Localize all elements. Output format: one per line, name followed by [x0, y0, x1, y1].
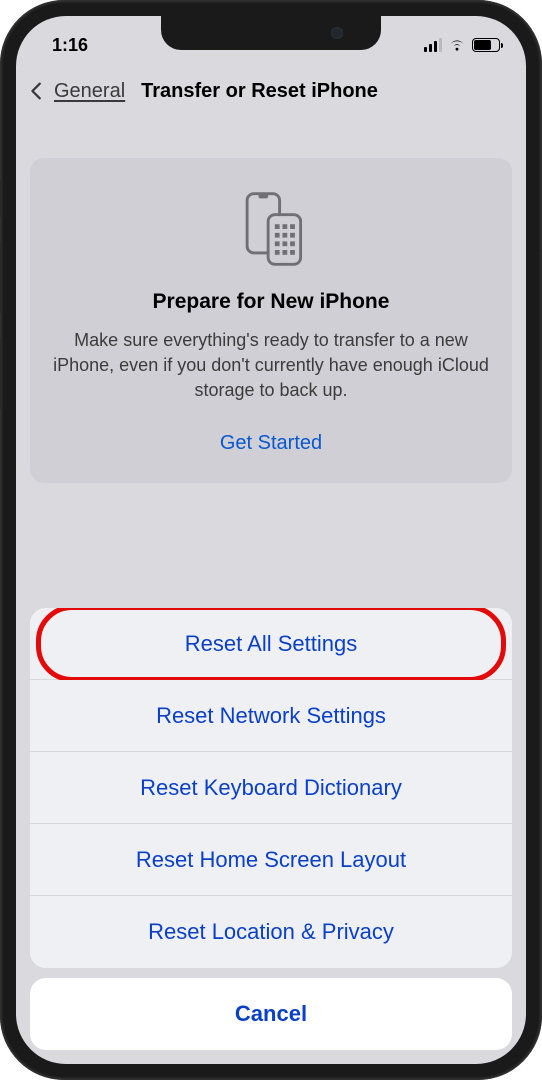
sheet-item-label: Reset Home Screen Layout: [136, 847, 406, 873]
sheet-item-label: Reset Network Settings: [156, 703, 386, 729]
sheet-item-label: Reset Location & Privacy: [148, 919, 394, 945]
page-title: Transfer or Reset iPhone: [141, 80, 378, 103]
back-button[interactable]: General: [54, 80, 125, 103]
wifi-icon: [448, 38, 466, 52]
prepare-card: Prepare for New iPhone Make sure everyth…: [30, 158, 512, 483]
get-started-button[interactable]: Get Started: [52, 432, 490, 455]
devices-icon: [228, 186, 314, 272]
cancel-label: Cancel: [235, 1001, 307, 1027]
sheet-item-label: Reset All Settings: [185, 631, 357, 657]
device-frame: 1:16 General Transfer or Reset iPhone: [0, 0, 542, 1080]
back-chevron-icon[interactable]: [26, 80, 48, 102]
cancel-button[interactable]: Cancel: [30, 978, 512, 1050]
sheet-item-label: Reset Keyboard Dictionary: [140, 775, 402, 801]
notch: [161, 16, 381, 50]
reset-all-settings-option[interactable]: Reset All Settings: [30, 608, 512, 680]
action-sheet: Reset All Settings Reset Network Setting…: [16, 608, 526, 1064]
nav-bar: General Transfer or Reset iPhone: [16, 64, 526, 118]
reset-home-screen-layout-option[interactable]: Reset Home Screen Layout: [30, 824, 512, 896]
main-content: Prepare for New iPhone Make sure everyth…: [16, 118, 526, 483]
battery-icon: [472, 38, 500, 52]
reset-network-settings-option[interactable]: Reset Network Settings: [30, 680, 512, 752]
reset-keyboard-dictionary-option[interactable]: Reset Keyboard Dictionary: [30, 752, 512, 824]
reset-options-group: Reset All Settings Reset Network Setting…: [30, 608, 512, 968]
status-time: 1:16: [52, 35, 88, 56]
card-description: Make sure everything's ready to transfer…: [52, 328, 490, 404]
card-title: Prepare for New iPhone: [52, 290, 490, 314]
screen: 1:16 General Transfer or Reset iPhone: [16, 16, 526, 1064]
front-camera: [331, 27, 343, 39]
cellular-icon: [424, 38, 442, 52]
reset-location-privacy-option[interactable]: Reset Location & Privacy: [30, 896, 512, 968]
status-indicators: [424, 38, 500, 52]
